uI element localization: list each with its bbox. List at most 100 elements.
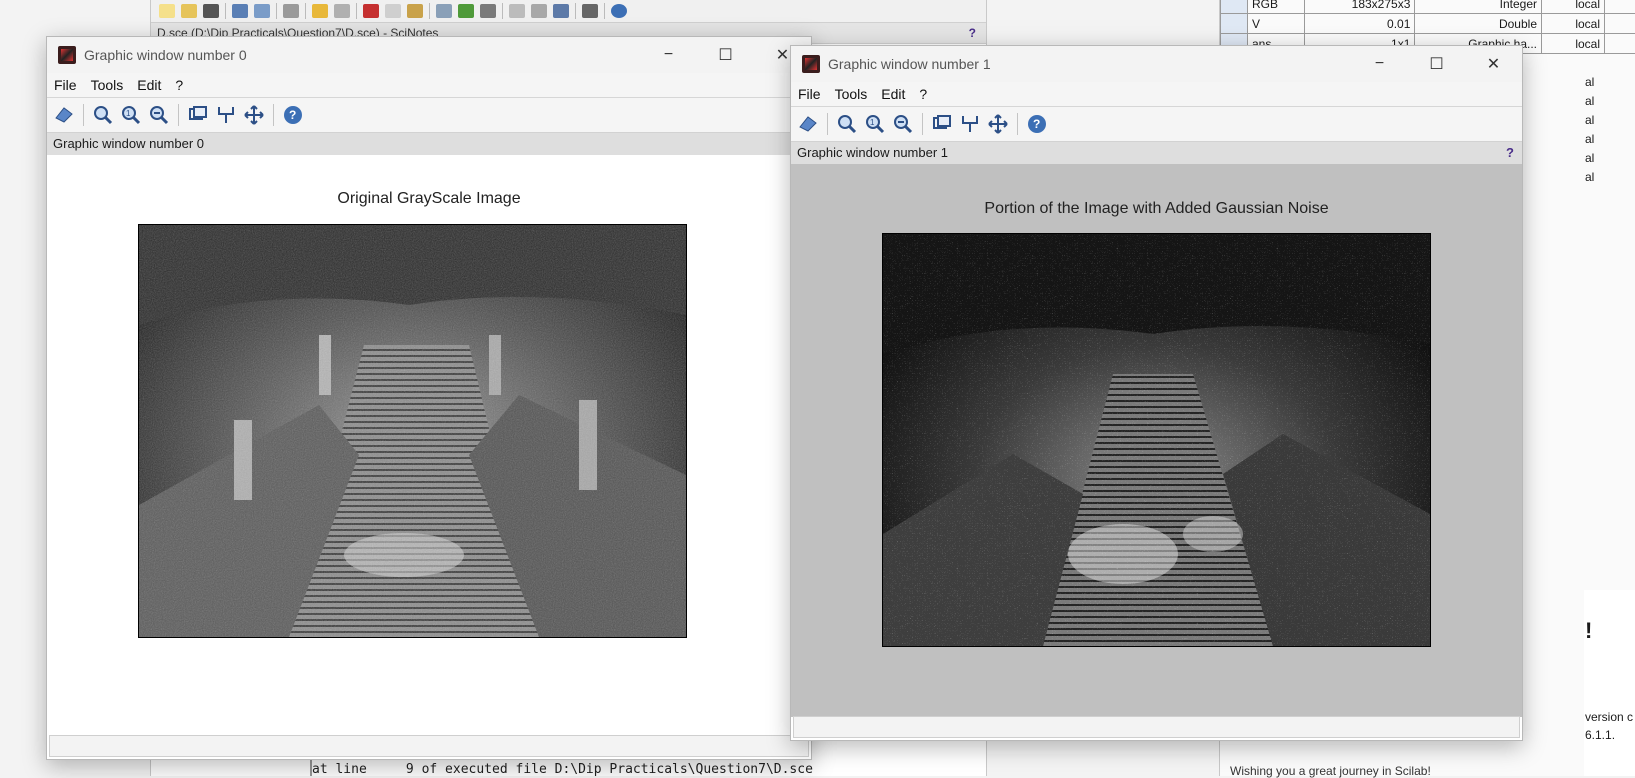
zoom-out-icon[interactable]: [148, 104, 170, 126]
variable-scope-stub: al: [1585, 132, 1594, 146]
variable-type: Integer: [1415, 0, 1542, 14]
grayscale-image-svg: [139, 225, 686, 637]
help-icon[interactable]: [611, 4, 627, 18]
execute-icon[interactable]: [509, 4, 525, 18]
status-bar: [49, 735, 809, 757]
plot-canvas[interactable]: Portion of the Image with Added Gaussian…: [791, 164, 1522, 717]
minimize-button[interactable]: −: [640, 37, 697, 73]
datatip-icon[interactable]: [931, 113, 953, 135]
variable-type: Double: [1415, 14, 1542, 34]
plot-canvas[interactable]: Original GrayScale Image: [47, 155, 811, 708]
zoom-in-icon[interactable]: [92, 104, 114, 126]
variable-scope-stub: al: [1585, 113, 1594, 127]
info-bar: Graphic window number 0: [47, 132, 811, 155]
open-file-icon[interactable]: [181, 4, 197, 18]
plot-title: Original GrayScale Image: [47, 190, 811, 208]
news-version-text: version c: [1585, 710, 1633, 724]
info-help-button[interactable]: ?: [1506, 142, 1514, 164]
variable-type-icon: [1221, 0, 1248, 14]
info-bar-text: Graphic window number 0: [53, 136, 204, 151]
zoom-in-icon[interactable]: [836, 113, 858, 135]
variable-name: RGB: [1248, 0, 1305, 14]
graphic-window-0: Graphic window number 0 − ☐ ✕ File Tools…: [46, 36, 812, 760]
toolbar-separator: [305, 3, 306, 19]
help-icon[interactable]: ?: [1026, 113, 1048, 135]
toolbar-separator: [429, 3, 430, 19]
pan-icon[interactable]: [243, 104, 265, 126]
status-bar: [793, 716, 1520, 738]
paste-icon[interactable]: [407, 4, 423, 18]
maximize-button[interactable]: ☐: [697, 37, 754, 73]
toolbar-separator: [178, 104, 179, 126]
variable-name: V: [1248, 14, 1305, 34]
menu-tools[interactable]: Tools: [828, 86, 875, 102]
redo-icon[interactable]: [334, 4, 350, 18]
menu-tools[interactable]: Tools: [84, 77, 131, 93]
tools-icon[interactable]: [582, 4, 598, 18]
variable-extra: [1605, 0, 1635, 14]
new-file-icon[interactable]: [159, 4, 175, 18]
variable-type-icon: [1221, 14, 1248, 34]
close-button[interactable]: ✕: [1465, 46, 1522, 82]
zoom-reset-icon[interactable]: 1: [864, 113, 886, 135]
print-icon[interactable]: [283, 4, 299, 18]
open-recent-icon[interactable]: [203, 4, 219, 18]
menu-edit[interactable]: Edit: [130, 77, 168, 93]
menu-help[interactable]: ?: [168, 77, 190, 93]
list-icon[interactable]: [480, 4, 496, 18]
help-icon[interactable]: ?: [282, 104, 304, 126]
minimize-icon: −: [1375, 55, 1384, 73]
news-version-number: 6.1.1.: [1585, 728, 1615, 742]
window-title: Graphic window number 0: [84, 47, 247, 63]
zoom-reset-icon[interactable]: 1: [120, 104, 142, 126]
window-titlebar[interactable]: Graphic window number 1 − ☐ ✕: [791, 46, 1522, 82]
variable-scope-stub: al: [1585, 170, 1594, 184]
execute-echo-icon[interactable]: [531, 4, 547, 18]
datatip-icon[interactable]: [187, 104, 209, 126]
cut-icon[interactable]: [363, 4, 379, 18]
noisy-image: [882, 233, 1431, 647]
copy-icon[interactable]: [385, 4, 401, 18]
load-into-scilab-icon[interactable]: [458, 4, 474, 18]
minimize-icon: −: [664, 46, 673, 64]
maximize-icon: ☐: [718, 45, 732, 65]
variable-size: 0.01: [1305, 14, 1415, 34]
toolbar-separator: [356, 3, 357, 19]
debug-icon[interactable]: [553, 4, 569, 18]
save-as-icon[interactable]: [254, 4, 270, 18]
undo-icon[interactable]: [312, 4, 328, 18]
pan-icon[interactable]: [987, 113, 1009, 135]
variable-row[interactable]: V0.01Doublelocal: [1221, 14, 1635, 34]
zoom-out-icon[interactable]: [892, 113, 914, 135]
datatip-tool-icon[interactable]: [215, 104, 237, 126]
variable-scope: local: [1542, 14, 1605, 34]
menu-bar: File Tools Edit ?: [791, 82, 1522, 107]
close-icon: ✕: [776, 45, 789, 65]
menu-file[interactable]: File: [791, 86, 828, 102]
toolbar-separator: [273, 104, 274, 126]
news-heading: !: [1585, 618, 1592, 644]
menu-help[interactable]: ?: [912, 86, 934, 102]
rotate-icon[interactable]: [797, 113, 819, 135]
plot-title: Portion of the Image with Added Gaussian…: [791, 200, 1522, 218]
grayscale-image: [138, 224, 687, 638]
variable-scope-stub: al: [1585, 94, 1594, 108]
svg-text:1: 1: [126, 109, 131, 118]
scinotes-help-button[interactable]: ?: [969, 23, 976, 43]
menu-edit[interactable]: Edit: [874, 86, 912, 102]
window-titlebar[interactable]: Graphic window number 0 − ☐ ✕: [47, 37, 811, 73]
variable-row[interactable]: RGB183x275x3Integerlocal: [1221, 0, 1635, 14]
variable-scope: local: [1542, 0, 1605, 14]
menu-bar: File Tools Edit ?: [47, 73, 811, 98]
graphic-toolbar: 1?: [791, 107, 1522, 141]
maximize-button[interactable]: ☐: [1408, 46, 1465, 82]
save-icon[interactable]: [232, 4, 248, 18]
minimize-button[interactable]: −: [1351, 46, 1408, 82]
find-replace-icon[interactable]: [436, 4, 452, 18]
scilab-app-icon: [802, 55, 820, 73]
menu-file[interactable]: File: [47, 77, 84, 93]
rotate-icon[interactable]: [53, 104, 75, 126]
toolbar-separator: [575, 3, 576, 19]
datatip-tool-icon[interactable]: [959, 113, 981, 135]
variable-extra: [1605, 34, 1635, 54]
